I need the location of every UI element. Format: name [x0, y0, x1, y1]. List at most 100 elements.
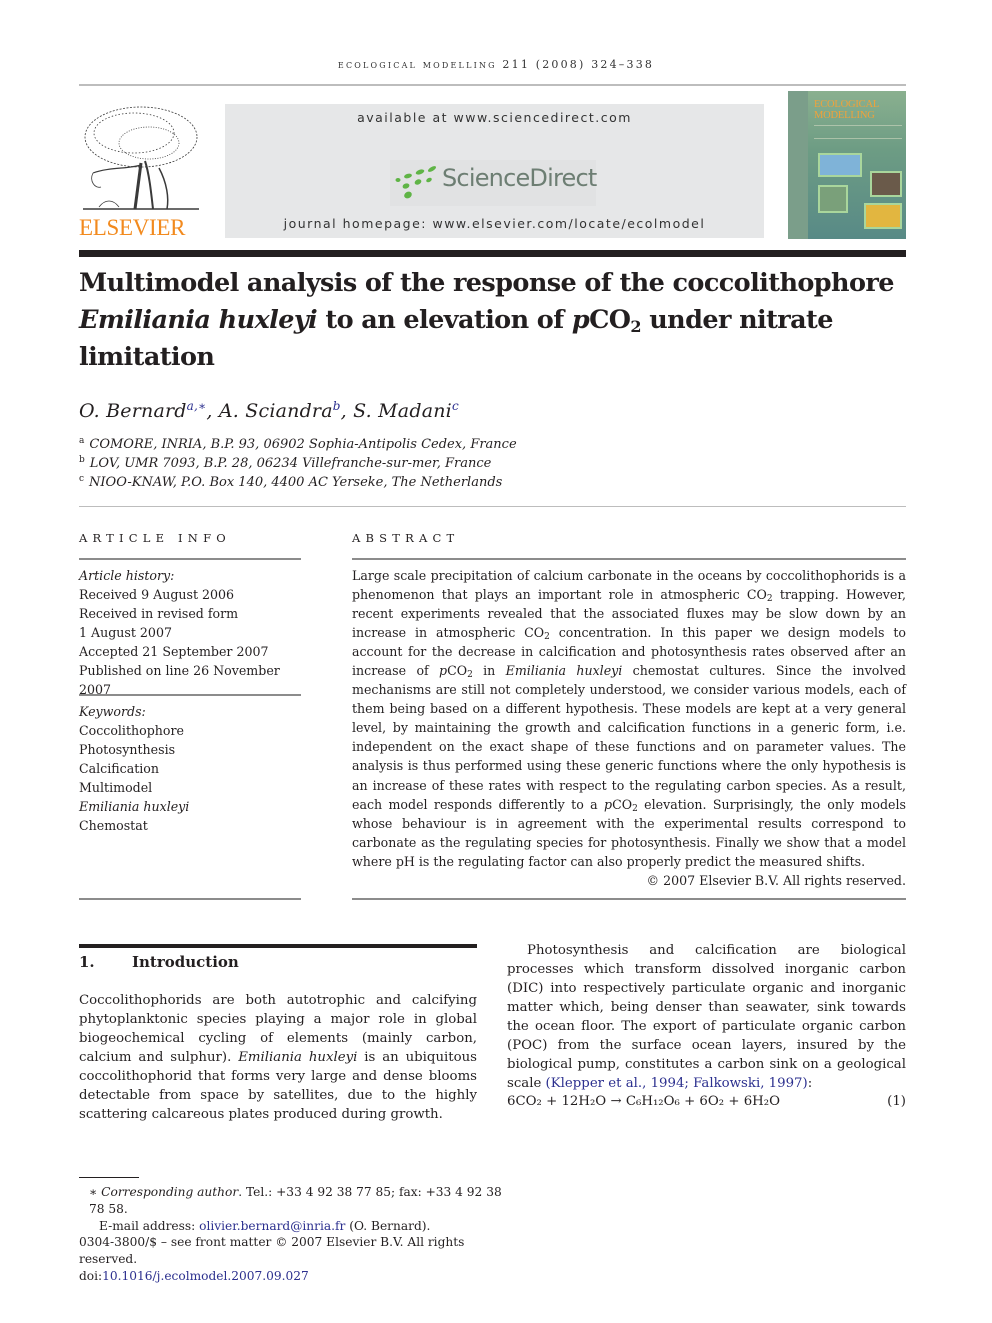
title-line-3: limitation	[79, 342, 215, 372]
elsevier-wordmark: ELSEVIER	[79, 215, 186, 240]
intro-paragraph-1: Coccolithophorids are both autotrophic a…	[79, 991, 477, 1124]
sciencedirect-logo[interactable]: ScienceDirect	[390, 160, 597, 206]
abstract-body: Large scale precipitation of calcium car…	[352, 566, 906, 871]
footnotes: ∗ Corresponding author. Tel.: +33 4 92 3…	[79, 1184, 519, 1285]
keywords-label: Keywords:	[79, 704, 146, 719]
keyword: Photosynthesis	[79, 742, 176, 757]
article-title: Multimodel analysis of the response of t…	[79, 265, 906, 376]
section-number: 1.	[79, 953, 95, 971]
author-name[interactable]: O. Bernard	[79, 400, 187, 422]
elsevier-tree-icon	[83, 106, 199, 210]
pco2-p: p	[439, 663, 448, 679]
section-rule	[79, 944, 477, 948]
article-history: Article history: Received 9 August 2006 …	[79, 566, 301, 699]
header-thick-rule	[79, 250, 906, 257]
doi-link[interactable]: 10.1016/j.ecolmodel.2007.09.027	[102, 1269, 309, 1283]
equation-arrow: →	[610, 1094, 622, 1109]
corresponding-label: Corresponding author	[101, 1185, 239, 1199]
pco2-co: CO	[447, 663, 468, 679]
affiliations-rule	[79, 506, 906, 507]
abstract-rule	[352, 558, 906, 560]
email-label: E-mail address:	[99, 1218, 200, 1233]
doi-line: doi:10.1016/j.ecolmodel.2007.09.027	[79, 1268, 519, 1285]
title-p: p	[571, 305, 590, 335]
sciencedirect-wordmark: ScienceDirect	[442, 164, 597, 192]
journal-homepage-link[interactable]: journal homepage: www.elsevier.com/locat…	[225, 216, 764, 231]
cover-image-4	[864, 203, 902, 229]
cover-title-line2: MODELLING	[814, 110, 875, 121]
history-label: Article history:	[79, 568, 175, 583]
title-line-2-mid: to an elevation of	[317, 305, 572, 335]
equation-1: 6CO₂ + 12H₂O → C₆H₁₂O₆ + 6O₂ + 6H₂O (1)	[507, 1094, 906, 1109]
cover-side-strip	[788, 91, 808, 239]
corresponding-author-note: ∗ Corresponding author. Tel.: +33 4 92 3…	[79, 1184, 519, 1218]
available-at-link[interactable]: available at www.sciencedirect.com	[225, 110, 764, 125]
equation-rhs: C₆H₁₂O₆ + 6O₂ + 6H₂O	[625, 1094, 781, 1109]
paragraph-text: Photosynthesis and calcification are bio…	[507, 943, 906, 1092]
running-head: ecological modelling 211 (2008) 324–338	[337, 58, 655, 71]
abstract-species: Emiliania huxleyi	[505, 663, 623, 679]
paragraph-text: :	[807, 1076, 813, 1092]
abstract-text-4: in	[472, 663, 506, 679]
affiliation-text: COMORE, INRIA, B.P. 93, 06902 Sophia-Ant…	[89, 437, 517, 452]
keyword: Calcification	[79, 761, 159, 776]
citation-link[interactable]: (Klepper et al., 1994; Falkowski, 1997)	[546, 1076, 808, 1091]
cover-image-3	[818, 185, 848, 213]
footnote-star: ∗	[89, 1185, 98, 1199]
title-line-1: Multimodel analysis of the response of t…	[79, 268, 894, 298]
keyword: Coccolithophore	[79, 723, 184, 738]
history-rule	[79, 694, 301, 696]
author-marks[interactable]: a,∗	[187, 399, 207, 413]
author-name[interactable]: S. Madani	[353, 400, 452, 422]
sciencedirect-dots-icon	[395, 166, 437, 199]
affiliation: c NIOO-KNAW, P.O. Box 140, 4400 AC Yersek…	[79, 474, 502, 491]
cover-title: ECOLOGICAL MODELLING	[814, 99, 879, 121]
affiliation-mark: a	[79, 436, 85, 446]
history-item: 1 August 2007	[79, 625, 172, 640]
species-name: Emiliania huxleyi	[238, 1050, 358, 1066]
abstract-heading: abstract	[352, 531, 460, 545]
email-owner: (O. Bernard).	[345, 1218, 431, 1233]
keyword: Multimodel	[79, 780, 153, 795]
email-note: E-mail address: olivier.bernard@inria.fr…	[79, 1218, 519, 1235]
abstract-bottom-rule	[352, 898, 906, 900]
history-item: Received 9 August 2006	[79, 587, 235, 602]
elsevier-logo[interactable]: ELSEVIER	[79, 103, 203, 240]
keywords-rule	[79, 898, 301, 900]
keywords: Keywords: Coccolithophore Photosynthesis…	[79, 702, 301, 835]
top-rule	[79, 84, 906, 86]
cover-title-line1: ECOLOGICAL	[814, 99, 880, 110]
author-marks[interactable]: c	[452, 399, 459, 413]
email-link[interactable]: olivier.bernard@inria.fr	[199, 1219, 345, 1233]
author-name[interactable]: A. Sciandra	[219, 400, 333, 422]
section-heading-introduction: 1. Introduction	[79, 953, 239, 971]
pco2-p: p	[604, 796, 613, 812]
journal-cover-thumbnail[interactable]: ECOLOGICAL MODELLING	[788, 91, 906, 239]
footnote-rule	[79, 1177, 139, 1178]
issn-line: 0304-3800/$ – see front matter © 2007 El…	[79, 1235, 465, 1267]
author-marks[interactable]: b	[333, 399, 341, 413]
doi-label: doi:	[79, 1268, 103, 1283]
intro-paragraph-2: Photosynthesis and calcification are bio…	[507, 941, 906, 1093]
affiliation: b LOV, UMR 7093, B.P. 28, 06234 Villefran…	[79, 455, 492, 472]
abstract-copyright: © 2007 Elsevier B.V. All rights reserved…	[646, 873, 906, 888]
affiliation-mark: c	[79, 474, 85, 484]
article-info-rule	[79, 558, 301, 560]
keyword: Chemostat	[79, 818, 148, 833]
affiliation-text: LOV, UMR 7093, B.P. 28, 06234 Villefranc…	[89, 456, 492, 471]
section-title: Introduction	[132, 953, 239, 971]
keyword: Emiliania huxleyi	[79, 799, 190, 814]
pco2-co: CO	[612, 796, 633, 812]
title-subscript: 2	[630, 317, 641, 336]
cover-image-2	[870, 171, 902, 197]
history-item: Accepted 21 September 2007	[79, 644, 269, 659]
equation-number: (1)	[887, 1094, 906, 1109]
affiliation: a COMORE, INRIA, B.P. 93, 06902 Sophia-An…	[79, 436, 517, 453]
title-co: CO	[589, 305, 631, 335]
affiliation-mark: b	[79, 455, 85, 465]
article-info-heading: article info	[79, 531, 231, 545]
equation-lhs: 6CO₂ + 12H₂O	[507, 1094, 607, 1109]
title-line-2-end: under nitrate	[640, 305, 833, 335]
cover-subtitle-lines	[814, 125, 902, 139]
history-item: Received in revised form	[79, 606, 239, 621]
